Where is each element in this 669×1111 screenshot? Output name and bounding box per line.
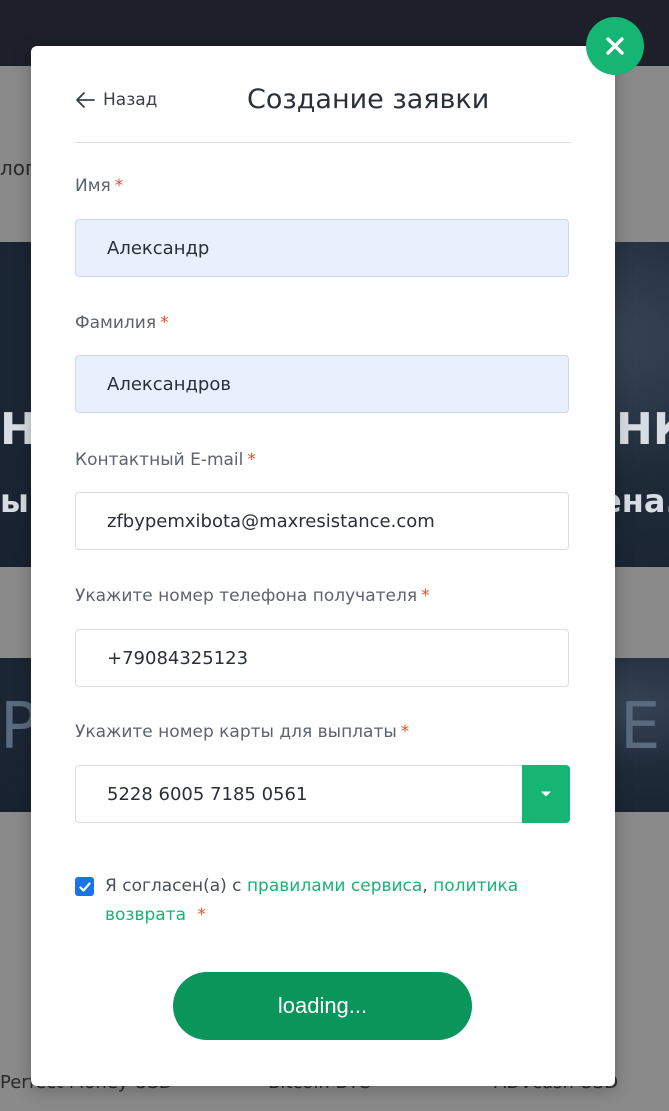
first-name-label: Имя * (75, 176, 123, 196)
last-name-label: Фамилия * (75, 313, 169, 333)
banner-fragment-right: Е (620, 690, 661, 764)
card-label-text: Укажите номер карты для выплаты (75, 722, 397, 742)
card-select[interactable]: 5228 6005 7185 0561 (75, 765, 571, 825)
email-label-text: Контактный E-mail (75, 450, 244, 470)
email-input[interactable] (75, 492, 569, 550)
required-mark: * (400, 722, 410, 742)
close-modal-button[interactable] (586, 17, 644, 75)
required-mark: * (197, 905, 206, 925)
required-mark: * (421, 586, 430, 606)
phone-label: Укажите номер телефона получателя * (75, 586, 430, 606)
caret-down-icon (541, 791, 551, 797)
email-label: Контактный E-mail * (75, 450, 256, 470)
create-order-modal: Назад Создание заявки Имя* Фамилия* Конт… (31, 46, 615, 1086)
hero-title-fragment-right: НК (616, 404, 669, 455)
check-icon (78, 881, 91, 892)
phone-label-text: Укажите номер телефона получателя (75, 586, 418, 606)
required-mark: * (160, 313, 169, 333)
back-label: Назад (103, 90, 158, 110)
agreement-separator: , (422, 876, 434, 896)
modal-header: Назад Создание заявки (75, 76, 571, 143)
service-rules-link[interactable]: правилами сервиса (247, 876, 422, 896)
agreement-text: Я согласен(а) с правилами сервиса, полит… (75, 872, 575, 930)
card-label: Укажите номер карты для выплаты * (75, 722, 409, 742)
back-link[interactable]: Назад (75, 90, 157, 110)
first-name-input[interactable] (75, 219, 569, 277)
required-mark: * (114, 176, 124, 196)
last-name-label-text: Фамилия (75, 313, 157, 333)
agreement-prefix: Я согласен(а) с (105, 876, 247, 896)
modal-title: Создание заявки (247, 84, 490, 115)
last-name-input[interactable] (75, 355, 569, 413)
agreement-checkbox[interactable] (75, 877, 94, 896)
card-select-toggle[interactable] (522, 765, 570, 823)
arrow-left-icon (76, 92, 95, 108)
required-mark: * (247, 450, 256, 470)
phone-input[interactable] (75, 629, 569, 687)
close-icon (606, 37, 624, 55)
card-select-value[interactable]: 5228 6005 7185 0561 (75, 765, 525, 823)
submit-button[interactable]: loading... (173, 972, 472, 1040)
agreement-row: Я согласен(а) с правилами сервиса, полит… (75, 872, 575, 930)
first-name-label-text: Имя (75, 176, 111, 196)
